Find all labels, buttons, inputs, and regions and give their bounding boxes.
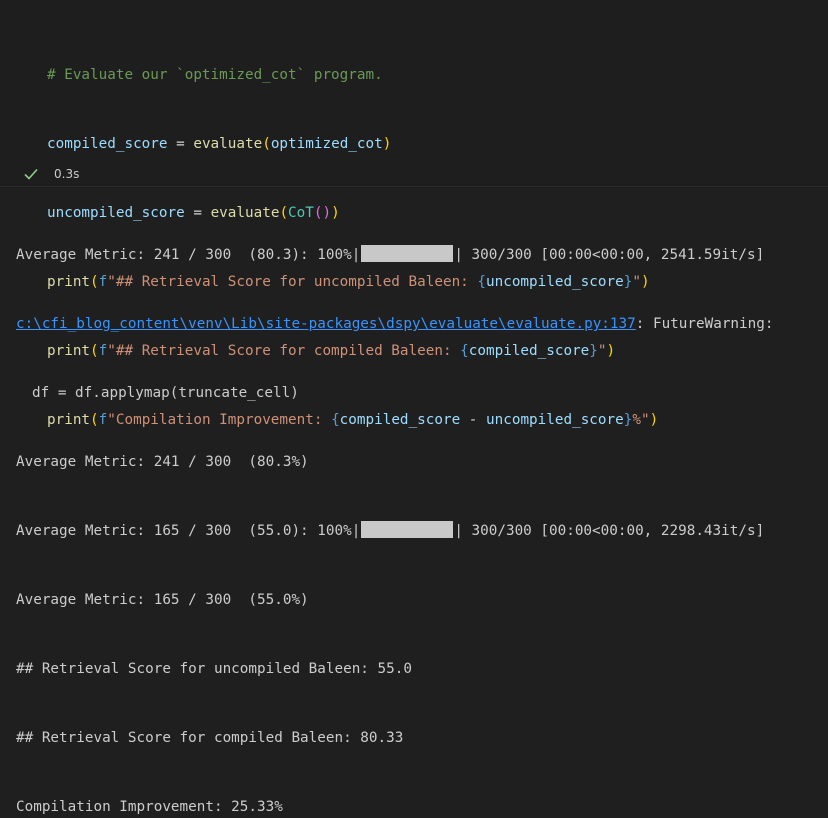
output-line: ## Retrieval Score for uncompiled Baleen… <box>16 658 773 681</box>
cell-divider <box>0 186 828 187</box>
output-line: Average Metric: 241 / 300 (80.3): 100%| |… <box>16 244 773 267</box>
output-text: : FutureWarning: <box>635 316 774 332</box>
code-token: ) <box>382 136 392 152</box>
output-line: ## Retrieval Score for compiled Baleen: … <box>16 727 773 750</box>
cell-output: Average Metric: 241 / 300 (80.3): 100%| |… <box>16 198 773 818</box>
output-text: Average Metric: 241 / 300 (80.3%) <box>16 454 309 470</box>
code-comment: # Evaluate our `optimized_cot` program. <box>47 67 383 83</box>
code-token: compiled_score <box>47 136 168 152</box>
output-text: Average Metric: 241 / 300 (80.3): 100%| <box>16 247 361 263</box>
output-line: Average Metric: 165 / 300 (55.0%) <box>16 589 773 612</box>
output-text: Average Metric: 165 / 300 (55.0%) <box>16 592 309 608</box>
code-line: # Evaluate our `optimized_cot` program. <box>47 64 658 87</box>
code-token: optimized_cot <box>270 136 383 152</box>
output-text: Average Metric: 165 / 300 (55.0): 100%| <box>16 523 361 539</box>
output-text: | 300/300 [00:00<00:00, 2298.43it/s] <box>454 523 765 539</box>
output-text: ## Retrieval Score for uncompiled Baleen… <box>16 661 412 677</box>
code-line: compiled_score = evaluate(optimized_cot) <box>47 133 658 156</box>
output-line: Compilation Improvement: 25.33% <box>16 796 773 818</box>
file-path-link[interactable]: c:\cfi_blog_content\venv\Lib\site-packag… <box>16 316 636 332</box>
output-text: df = df.applymap(truncate_cell) <box>32 385 299 401</box>
output-line: Average Metric: 165 / 300 (55.0): 100%| |… <box>16 520 773 543</box>
output-text: ## Retrieval Score for compiled Baleen: … <box>16 730 404 746</box>
output-text: Compilation Improvement: 25.33% <box>16 799 283 815</box>
progress-bar <box>361 521 454 538</box>
code-token: ( <box>262 136 271 152</box>
code-cell[interactable]: # Evaluate our `optimized_cot` program. … <box>0 0 828 428</box>
output-line: df = df.applymap(truncate_cell) <box>16 382 773 405</box>
output-line: c:\cfi_blog_content\venv\Lib\site-packag… <box>16 313 773 336</box>
check-icon <box>24 168 38 180</box>
execution-status: 0.3s <box>22 164 79 184</box>
execution-time: 0.3s <box>54 167 80 181</box>
code-token: = <box>167 136 194 152</box>
progress-bar <box>361 245 454 262</box>
output-line: Average Metric: 241 / 300 (80.3%) <box>16 451 773 474</box>
code-token: evaluate <box>193 136 263 152</box>
output-text: | 300/300 [00:00<00:00, 2541.59it/s] <box>454 247 765 263</box>
